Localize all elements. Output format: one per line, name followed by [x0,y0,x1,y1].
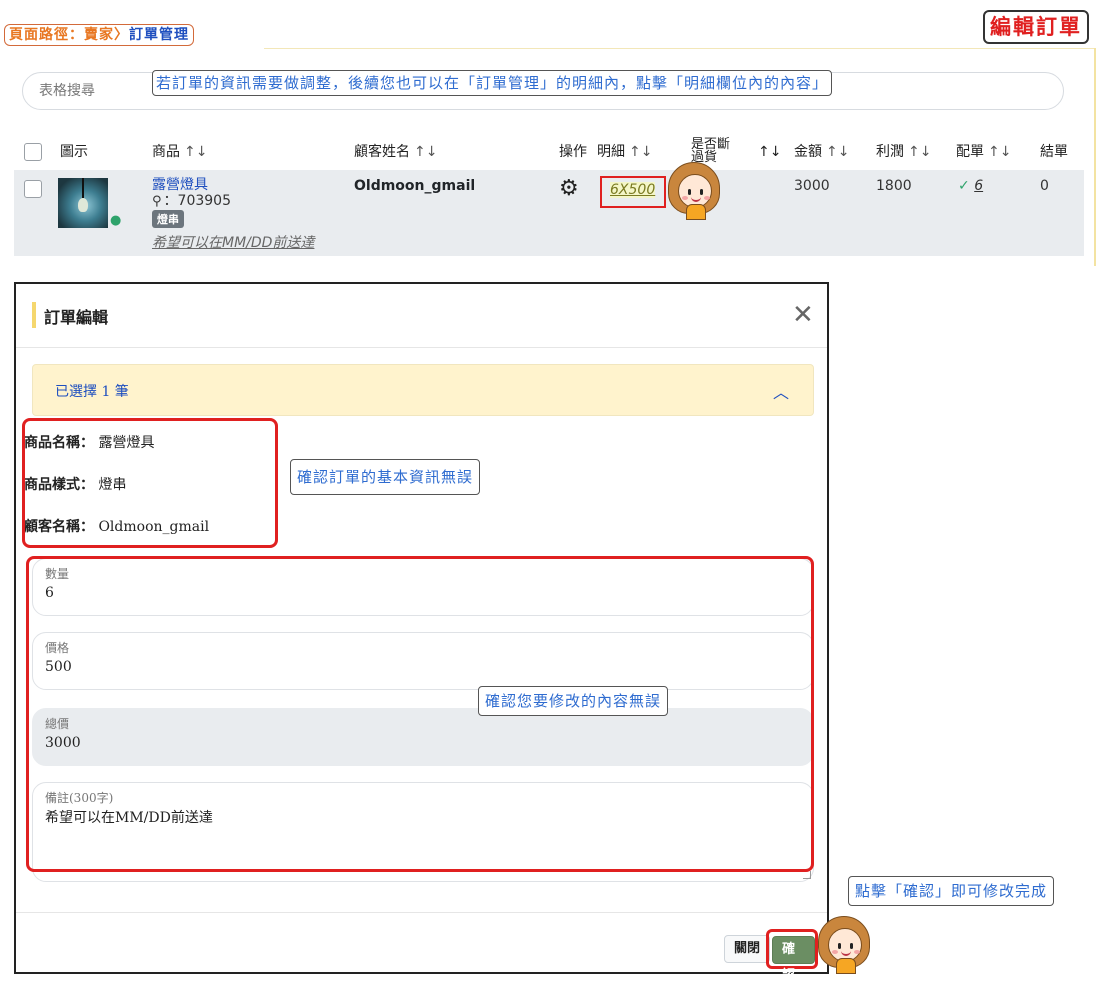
thumbnail-bulb [78,198,88,212]
mascot-body [836,958,856,974]
sort-icon[interactable]: ↑↓ [629,144,652,160]
bookmark-icon: ⚲ [152,194,162,209]
sort-icon[interactable]: ↑↓ [826,144,849,160]
user-icon: ● [110,213,122,228]
mascot-body [686,204,706,220]
divider [264,48,1094,49]
highlight-box-info [22,418,278,548]
mascot-eye [850,943,853,949]
sort-icon[interactable]: ↑↓ [184,144,207,160]
breadcrumb-prefix: 頁面路徑：賣家 [9,27,114,43]
breadcrumb-separator: 〉 [114,27,129,43]
thumbnail-wire [82,178,84,198]
modal-footer: 關閉 確認 [16,912,827,983]
title-accent-bar [32,302,36,328]
close-button[interactable]: 關閉 [724,935,771,963]
page-tag: 編輯訂單 [983,10,1089,44]
col-settled[interactable]: 結單 [1040,132,1068,172]
check-icon: ✓ [958,178,970,194]
mascot-eye [700,189,703,195]
col-allocation[interactable]: 配單 ↑↓ [956,132,1011,172]
select-all-checkbox[interactable] [24,143,42,161]
mascot-cheek [854,950,860,954]
callout-edit-order-hint: 若訂單的資訊需要做調整，後續您也可以在「訂單管理」的明細內，點擊「明細欄位內的內… [152,70,833,96]
order-table: 若訂單的資訊需要做調整，後續您也可以在「訂單管理」的明細內，點擊「明細欄位內的內… [14,62,1084,258]
row-checkbox[interactable] [24,180,42,198]
callout-confirm-info: 確認訂單的基本資訊無誤 [290,459,481,495]
col-amount[interactable]: 金額 ↑↓ [794,132,849,172]
callout-click-confirm: 點擊「確認」即可修改完成 [848,876,1055,906]
highlight-box-fields [26,556,814,872]
modal-header: 訂單編輯 ✕ [16,284,827,348]
breadcrumb: 頁面路徑：賣家〉訂單管理 [4,24,194,46]
col-image: 圖示 [60,144,88,160]
mascot-smile [841,951,851,956]
allocation-link[interactable]: 6 [974,178,983,194]
variant-badge: 燈串 [152,210,184,228]
mascot-cheek [704,196,710,200]
selection-count: 已選擇 1 筆 [55,384,129,400]
confirm-button[interactable]: 確認 [772,936,815,983]
sort-icon[interactable]: ↑↓ [414,144,437,160]
product-sku: ⚲ ：703905 [152,193,231,209]
table-row[interactable]: ● 露營燈具 ⚲ ：703905 燈串 希望可以在MM/DD前送達 Oldmoon… [14,170,1084,256]
settled-value: 0 [1040,178,1049,194]
sort-icon[interactable]: ↑↓ [988,144,1011,160]
order-note-link[interactable]: 希望可以在MM/DD前送達 [152,232,314,252]
mascot-illustration [814,914,874,974]
sort-icon[interactable]: ↑↓ [758,132,781,172]
profit-value: 1800 [876,178,912,194]
mascot-cheek [832,950,838,954]
col-profit[interactable]: 利潤 ↑↓ [876,132,931,172]
col-action: 操作 [559,144,587,160]
mascot-face [828,928,862,962]
chevron-up-icon[interactable]: ︿ [773,379,789,403]
mascot-illustration [664,160,724,220]
modal-title: 訂單編輯 [44,308,109,327]
detail-link-highlight[interactable]: 6X500 [600,176,666,208]
mascot-cheek [682,196,688,200]
divider [1094,48,1096,266]
product-thumbnail[interactable] [58,178,108,228]
sort-icon[interactable]: ↑↓ [908,144,931,160]
confirm-highlight: 確認 [766,929,818,983]
mascot-eye [838,943,841,949]
breadcrumb-current: 訂單管理 [129,27,189,43]
table-header: 圖示 商品 ↑↓ 顧客姓名 ↑↓ 操作 明細 ↑↓ 是否斷 過貨 ↑↓ 金額 ↑↓ 利潤 ↑… [14,132,1084,172]
order-edit-modal: 訂單編輯 ✕ 已選擇 1 筆 ︿ 商品名稱： 露營燈具 商品樣式： 燈串 顧客名… [14,282,829,983]
allocation-cell[interactable]: ✓ 6 [958,178,983,194]
detail-link[interactable]: 6X500 [610,182,656,198]
amount-value: 3000 [794,178,830,194]
close-icon[interactable]: ✕ [792,300,814,330]
col-detail[interactable]: 明細 ↑↓ [597,132,652,172]
gear-icon[interactable]: ⚙ [559,176,579,201]
col-product[interactable]: 商品 ↑↓ [152,132,207,172]
mascot-face [678,174,712,208]
customer-name: Oldmoon_gmail [354,178,476,194]
resize-handle[interactable] [803,871,811,879]
mascot-eye [688,189,691,195]
callout-confirm-edit: 確認您要修改的內容無誤 [478,686,669,716]
col-customer[interactable]: 顧客姓名 ↑↓ [354,132,437,172]
mascot-smile [691,197,701,202]
selection-accordion[interactable]: 已選擇 1 筆 ︿ [32,364,814,416]
